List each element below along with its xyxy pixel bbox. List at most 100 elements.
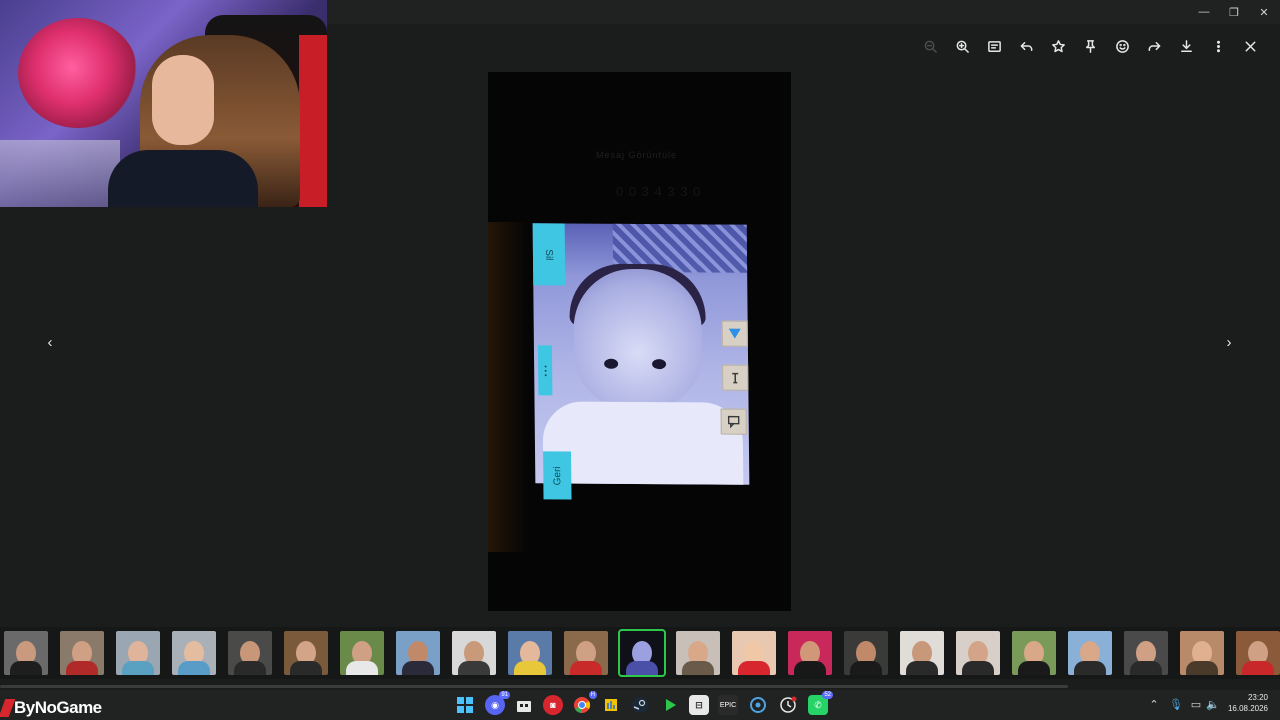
zoom-out-icon: [924, 40, 937, 53]
thumbnail-body: [514, 661, 546, 675]
restore-button[interactable]: ❐: [1219, 0, 1249, 24]
thumbnail[interactable]: [676, 631, 720, 675]
thumbnail-body: [738, 661, 770, 675]
thumbnail[interactable]: [396, 631, 440, 675]
tab-sil: Sil: [532, 223, 566, 286]
thumbnail-body: [10, 661, 42, 675]
thumbnail[interactable]: [564, 631, 608, 675]
bynogame-logo: ByNoGame: [0, 698, 102, 718]
thumbnail[interactable]: [340, 631, 384, 675]
thumbnail-body: [682, 661, 714, 675]
minimize-button[interactable]: —: [1189, 0, 1219, 24]
main-photo: Mesaj Görüntüle 0 0 3 4 3 3 0 Sil • • • …: [488, 72, 791, 611]
play-icon[interactable]: [660, 695, 680, 715]
epic-games-icon[interactable]: EPIC: [718, 695, 738, 715]
tab-side: • • •: [537, 345, 553, 396]
zoom-in-button[interactable]: [946, 34, 978, 58]
info-button[interactable]: [978, 34, 1010, 58]
thumbnail[interactable]: [1236, 631, 1280, 675]
tab-geri: Geri: [543, 451, 572, 500]
thumbnail[interactable]: [956, 631, 1000, 675]
pin-button[interactable]: [1074, 34, 1106, 58]
reply-icon: [1020, 41, 1032, 51]
thumbnail[interactable]: [4, 631, 48, 675]
store-icon[interactable]: [514, 695, 534, 715]
viewer-toolbar: [914, 34, 1266, 58]
thumbnail[interactable]: [172, 631, 216, 675]
forward-button[interactable]: [1138, 34, 1170, 58]
app-chart-icon[interactable]: [601, 695, 621, 715]
clock-time: 23:20: [1247, 693, 1268, 702]
close-viewer-button[interactable]: [1234, 34, 1266, 58]
thumbnail[interactable]: [1124, 631, 1168, 675]
thumbnail[interactable]: [452, 631, 496, 675]
pin-icon: [1085, 39, 1095, 53]
streamer-face: [152, 55, 214, 145]
battlenet-icon[interactable]: [748, 695, 768, 715]
chrome-icon[interactable]: H: [572, 691, 597, 715]
more-button[interactable]: [1202, 34, 1234, 58]
react-button[interactable]: [1106, 34, 1138, 58]
flower-decoration: [18, 18, 138, 128]
thumbnail[interactable]: [844, 631, 888, 675]
thumbnail-body: [1074, 661, 1106, 675]
star-icon: [1051, 39, 1065, 52]
app-clock-icon[interactable]: [778, 695, 798, 715]
system-clock[interactable]: 23:20 16.08.2026: [1228, 692, 1268, 714]
photo-blur-text-mid: 0 0 3 4 3 3 0: [616, 184, 702, 199]
zoom-out-button[interactable]: [914, 34, 946, 58]
thumbnail-body: [234, 661, 266, 675]
photographed-screen: Sil • • • Geri: [532, 223, 750, 500]
clock-date: 16.08.2026: [1227, 704, 1268, 713]
filmstrip-scrollbar[interactable]: [0, 685, 1068, 688]
thumbnail[interactable]: [788, 631, 832, 675]
photo-blur-text-top: Mesaj Görüntüle: [596, 150, 678, 160]
thumbnail-body: [570, 661, 602, 675]
windows-start-icon[interactable]: [455, 695, 475, 715]
app-red-icon[interactable]: ◙: [543, 695, 563, 715]
network-icon[interactable]: ▭: [1188, 693, 1204, 715]
window-close-button[interactable]: ✕: [1249, 0, 1279, 24]
thumbnail[interactable]: [284, 631, 328, 675]
download-icon: [1180, 39, 1192, 52]
thumbnail-selected[interactable]: [618, 629, 666, 677]
star-button[interactable]: [1042, 34, 1074, 58]
whatsapp-icon[interactable]: ✆ 52: [808, 691, 833, 715]
thumbnail[interactable]: [1012, 631, 1056, 675]
volume-icon[interactable]: 🔈: [1205, 693, 1221, 715]
download-button[interactable]: [1170, 34, 1202, 58]
app-box-icon[interactable]: ⊟: [689, 695, 709, 715]
figure-icon: [722, 364, 749, 391]
thumbnail-body: [346, 661, 378, 675]
thumbnail[interactable]: [1180, 631, 1224, 675]
thumbnail[interactable]: [900, 631, 944, 675]
reply-button[interactable]: [1010, 34, 1042, 58]
thumbnail-body: [850, 661, 882, 675]
thumbnail-body: [1130, 661, 1162, 675]
tray-chevron-up-icon[interactable]: ⌃: [1146, 693, 1162, 715]
thumbnail[interactable]: [1068, 631, 1112, 675]
next-image-button[interactable]: ›: [1218, 331, 1240, 353]
triangle-down-icon: [721, 320, 748, 347]
thumbnail-body: [1186, 661, 1218, 675]
steam-icon[interactable]: [630, 695, 650, 715]
thumbnail[interactable]: [228, 631, 272, 675]
microphone-icon[interactable]: 🎙: [1168, 693, 1184, 715]
previous-image-button[interactable]: ‹: [39, 331, 61, 353]
thumbnail[interactable]: [508, 631, 552, 675]
info-icon: [987, 40, 1001, 52]
thumbnail[interactable]: [116, 631, 160, 675]
thumbnail[interactable]: [732, 631, 776, 675]
chat-icon: [720, 408, 747, 435]
zoom-in-icon: [956, 40, 969, 53]
thumbnail-filmstrip: [0, 627, 1280, 679]
thumbnail[interactable]: [60, 631, 104, 675]
close-icon: [1245, 41, 1255, 51]
thumbnail-body: [906, 661, 938, 675]
thumbnail-body: [290, 661, 322, 675]
forward-icon: [1148, 41, 1160, 51]
thumbnail-body: [458, 661, 490, 675]
thumbnail-body: [1242, 661, 1274, 675]
discord-icon[interactable]: ◉ 91: [485, 691, 510, 715]
thumbnail-body: [66, 661, 98, 675]
